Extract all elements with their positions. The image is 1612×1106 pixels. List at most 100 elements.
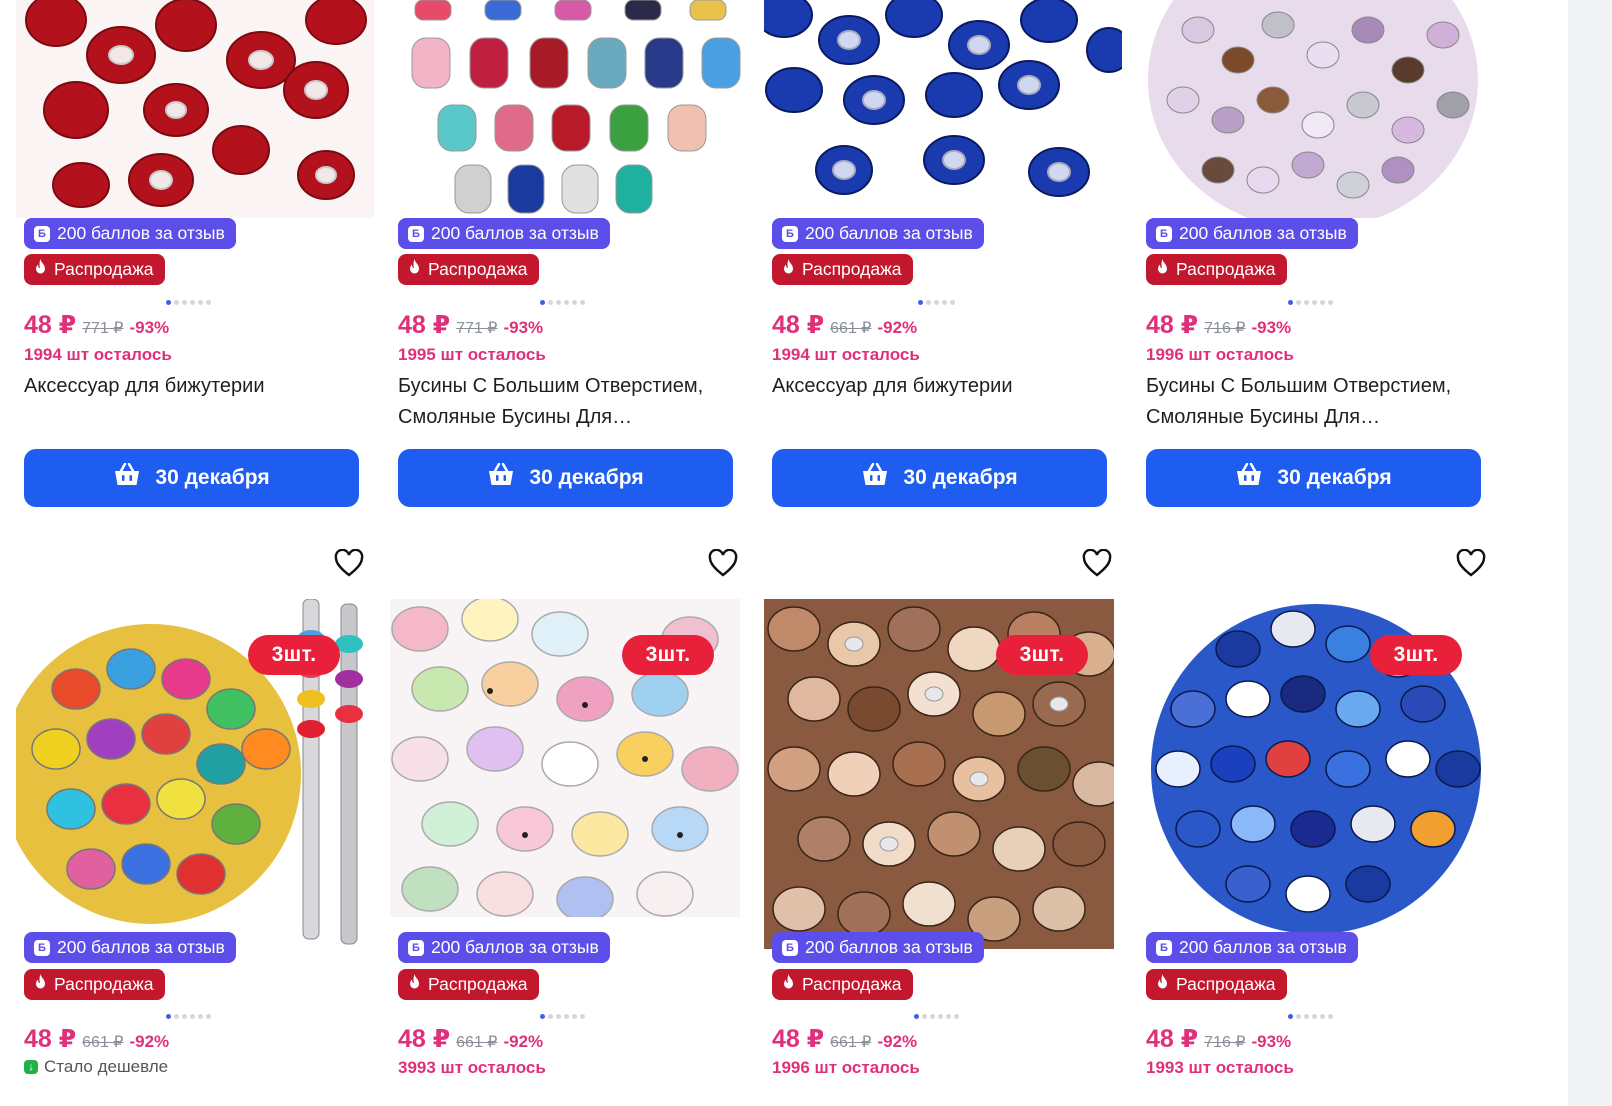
- favorite-button[interactable]: [1080, 548, 1114, 582]
- add-to-cart-button[interactable]: 30 декабря: [1146, 449, 1481, 507]
- points-icon: Б: [34, 939, 50, 956]
- points-icon: Б: [34, 225, 50, 242]
- points-icon: Б: [782, 225, 798, 242]
- review-points-badge: Б 200 баллов за отзыв: [24, 932, 236, 963]
- product-card[interactable]: 3шт. Б 200 баллов за отзыв Распродажа 48 …: [764, 548, 1122, 1077]
- points-icon: Б: [1156, 939, 1172, 956]
- price-row: 48 ₽ 661 ₽ -92%: [772, 1024, 917, 1054]
- stock-count: 1994 шт осталось: [24, 345, 172, 364]
- product-title[interactable]: Аксессуар для бижутерии: [24, 371, 364, 402]
- price-row: 48 ₽ 661 ₽ -92%: [24, 1024, 169, 1054]
- image-pager-dots[interactable]: [166, 300, 211, 305]
- sale-label: Распродажа: [428, 974, 528, 994]
- favorite-button[interactable]: [332, 548, 366, 582]
- old-price: 661 ₽: [82, 1034, 124, 1051]
- add-to-cart-button[interactable]: 30 декабря: [772, 449, 1107, 507]
- old-price: 661 ₽: [830, 320, 872, 337]
- add-to-cart-button[interactable]: 30 декабря: [24, 449, 359, 507]
- review-points-label: 200 баллов за отзыв: [57, 937, 225, 957]
- basket-icon: [861, 462, 889, 493]
- price-row: 48 ₽ 771 ₽ -93%: [24, 310, 169, 340]
- favorite-button[interactable]: [706, 548, 740, 582]
- discount: -93%: [1251, 1032, 1292, 1051]
- image-pager-dots[interactable]: [166, 1014, 211, 1019]
- current-price: 48 ₽: [24, 1025, 77, 1053]
- quantity-badge: 3шт.: [1370, 635, 1462, 675]
- heart-icon: [1456, 548, 1486, 582]
- image-pager-dots[interactable]: [1288, 1014, 1333, 1019]
- product-image[interactable]: [1138, 0, 1496, 218]
- current-price: 48 ₽: [772, 1025, 825, 1053]
- current-price: 48 ₽: [772, 311, 825, 339]
- fire-icon: [407, 974, 422, 995]
- fire-icon: [1155, 259, 1170, 280]
- delivery-date-label: 30 декабря: [155, 466, 270, 489]
- discount: -92%: [877, 318, 918, 337]
- discount: -92%: [877, 1032, 918, 1051]
- price-row: 48 ₽ 771 ₽ -93%: [398, 310, 543, 340]
- heart-icon: [1082, 548, 1112, 582]
- sale-badge: Распродажа: [1146, 969, 1287, 1000]
- sale-badge: Распродажа: [24, 969, 165, 1000]
- heart-icon: [334, 548, 364, 582]
- review-points-label: 200 баллов за отзыв: [1179, 937, 1347, 957]
- scrollbar-track[interactable]: [1568, 0, 1612, 1106]
- fire-icon: [407, 259, 422, 280]
- sale-badge: Распродажа: [772, 969, 913, 1000]
- old-price: 661 ₽: [830, 1034, 872, 1051]
- review-points-badge: Б 200 баллов за отзыв: [398, 932, 610, 963]
- quantity-badge: 3шт.: [622, 635, 714, 675]
- product-image[interactable]: [16, 0, 374, 218]
- old-price: 716 ₽: [1204, 320, 1246, 337]
- price-drop-label: Стало дешевле: [44, 1057, 169, 1076]
- add-to-cart-button[interactable]: 30 декабря: [398, 449, 733, 507]
- current-price: 48 ₽: [1146, 1025, 1199, 1053]
- sale-label: Распродажа: [54, 259, 154, 279]
- current-price: 48 ₽: [24, 311, 77, 339]
- fire-icon: [781, 259, 796, 280]
- review-points-label: 200 баллов за отзыв: [805, 937, 973, 957]
- product-card[interactable]: 3шт. Б 200 баллов за отзыв Распродажа 48 …: [390, 548, 748, 1077]
- product-card[interactable]: Б 200 баллов за отзыв Распродажа 48 ₽ 771 …: [390, 0, 748, 520]
- image-pager-dots[interactable]: [1288, 300, 1333, 305]
- price-row: 48 ₽ 661 ₽ -92%: [772, 310, 917, 340]
- image-pager-dots[interactable]: [914, 1014, 959, 1019]
- product-card[interactable]: 3шт. Б 200 баллов за отзыв Распродажа 48 …: [1138, 548, 1496, 1077]
- basket-icon: [1235, 462, 1263, 493]
- old-price: 771 ₽: [456, 320, 498, 337]
- product-card[interactable]: 3шт. Б 200 баллов за отзыв Распродажа 48 …: [16, 548, 374, 1076]
- current-price: 48 ₽: [398, 311, 451, 339]
- product-title[interactable]: Бусины С Большим Отверстием, Смоляные Бу…: [398, 371, 738, 433]
- product-grid: Б 200 баллов за отзыв Распродажа 48 ₽ 771 …: [0, 0, 1568, 1106]
- image-pager-dots[interactable]: [540, 300, 585, 305]
- favorite-button[interactable]: [1454, 548, 1488, 582]
- image-pager-dots[interactable]: [540, 1014, 585, 1019]
- review-points-label: 200 баллов за отзыв: [57, 223, 225, 243]
- review-points-badge: Б 200 баллов за отзыв: [772, 932, 984, 963]
- product-image[interactable]: [764, 0, 1122, 218]
- discount: -92%: [503, 1032, 544, 1051]
- product-card[interactable]: Б 200 баллов за отзыв Распродажа 48 ₽ 661 …: [764, 0, 1122, 520]
- product-card[interactable]: Б 200 баллов за отзыв Распродажа 48 ₽ 716 …: [1138, 0, 1496, 520]
- review-points-badge: Б 200 баллов за отзыв: [398, 218, 610, 249]
- basket-icon: [113, 462, 141, 493]
- product-image[interactable]: [390, 0, 748, 218]
- product-card[interactable]: Б 200 баллов за отзыв Распродажа 48 ₽ 771 …: [16, 0, 374, 520]
- stock-count: 1996 шт осталось: [772, 1058, 920, 1077]
- sale-badge: Распродажа: [24, 254, 165, 285]
- product-title[interactable]: Бусины С Большим Отверстием, Смоляные Бу…: [1146, 371, 1486, 433]
- quantity-badge: 3шт.: [996, 635, 1088, 675]
- discount: -93%: [129, 318, 170, 337]
- product-title[interactable]: Аксессуар для бижутерии: [772, 371, 1112, 402]
- points-icon: Б: [782, 939, 798, 956]
- arrow-down-icon: ↓: [24, 1060, 38, 1074]
- sale-badge: Распродажа: [398, 969, 539, 1000]
- image-pager-dots[interactable]: [918, 300, 955, 305]
- points-icon: Б: [408, 225, 424, 242]
- review-points-badge: Б 200 баллов за отзыв: [1146, 932, 1358, 963]
- quantity-badge: 3шт.: [248, 635, 340, 675]
- old-price: 716 ₽: [1204, 1034, 1246, 1051]
- price-row: 48 ₽ 716 ₽ -93%: [1146, 1024, 1291, 1054]
- delivery-date-label: 30 декабря: [1277, 466, 1392, 489]
- heart-icon: [708, 548, 738, 582]
